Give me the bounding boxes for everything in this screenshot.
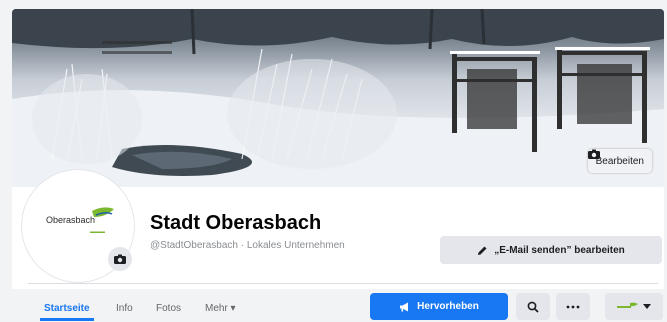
edit-email-label: „E-Mail senden” bearbeiten [494, 244, 625, 256]
page-category[interactable]: Lokales Unternehmen [247, 240, 345, 251]
page-avatar-small [617, 302, 638, 308]
tab-fotos[interactable]: Fotos [156, 303, 181, 314]
tab-startseite[interactable]: Startseite [44, 303, 90, 314]
camera-icon [114, 254, 126, 264]
search-button[interactable] [516, 293, 550, 320]
page-title: Stadt Oberasbach [150, 212, 322, 234]
winter-landscape-image [12, 9, 664, 187]
pencil-icon [478, 246, 487, 255]
more-icon [566, 305, 580, 308]
tab-info[interactable]: Info [116, 303, 133, 314]
search-icon [527, 301, 539, 313]
megaphone-icon [400, 302, 409, 311]
subtitle-separator: · [237, 240, 247, 251]
oberasbach-logo: Oberasbach ▬▬▬ [46, 207, 114, 235]
logo-wordmark: Oberasbach [46, 215, 95, 225]
promote-button[interactable]: Hervorheben [370, 293, 508, 320]
page-handle[interactable]: @StadtOberasbach [150, 240, 238, 251]
more-options-button[interactable] [556, 293, 590, 320]
edit-cover-label: Bearbeiten [595, 155, 644, 167]
camera-icon [587, 149, 600, 159]
profile-switch-button[interactable] [605, 293, 663, 320]
header-divider [28, 283, 658, 284]
avatar-camera-button[interactable] [108, 247, 132, 271]
promote-label: Hervorheben [417, 301, 479, 312]
page-subtitle: @StadtOberasbach · Lokales Unternehmen [150, 240, 345, 251]
cover-photo[interactable]: Bearbeiten [12, 9, 664, 187]
profile-avatar[interactable]: Oberasbach ▬▬▬ [22, 170, 134, 282]
tab-more[interactable]: Mehr ▾ [205, 303, 236, 314]
svg-text:▬▬▬: ▬▬▬ [90, 229, 105, 235]
active-tab-indicator [40, 318, 94, 321]
chevron-down-icon [643, 303, 651, 309]
edit-email-button[interactable]: „E-Mail senden” bearbeiten [440, 236, 662, 264]
edit-cover-button[interactable]: Bearbeiten [587, 149, 652, 173]
